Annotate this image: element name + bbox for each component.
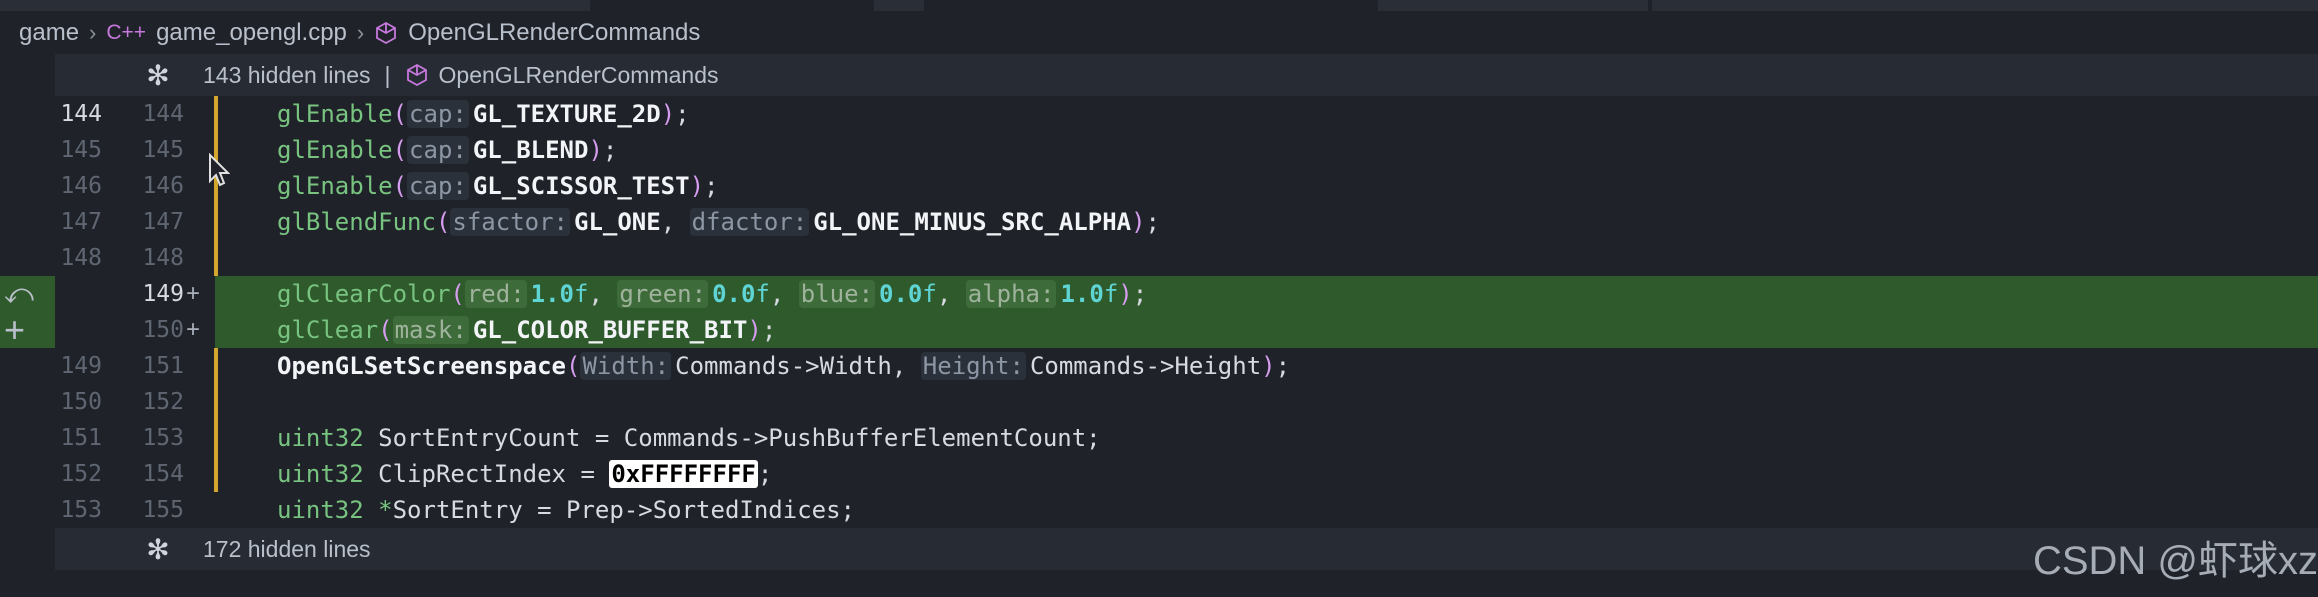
code-text: uint32 ClipRectIndex = 0xFFFFFFFF; xyxy=(277,460,773,488)
line-number-old: 152 xyxy=(60,461,102,487)
tab-segment[interactable] xyxy=(874,0,924,11)
added-code-line[interactable]: ⤺ 149 + glClearColor(red: 1.0f, green: 0.0… xyxy=(0,276,2318,312)
symbol-class-icon xyxy=(376,21,397,45)
code-line[interactable]: 148 148 xyxy=(0,240,2318,276)
line-number-new: 154 xyxy=(142,461,184,487)
added-marker: + xyxy=(186,316,201,343)
top-tabs-strip xyxy=(0,0,2318,12)
code-text: uint32 SortEntryCount = Commands->PushBu… xyxy=(277,424,1101,452)
code-line[interactable]: 153 155 uint32 *SortEntry = Prep->Sorted… xyxy=(0,492,2318,528)
unfold-icon[interactable]: ✻ xyxy=(133,59,183,92)
code-text: glEnable(cap: GL_TEXTURE_2D); xyxy=(277,100,690,128)
tab-segment[interactable] xyxy=(1652,0,2318,11)
breadcrumb: game › C++ game_opengl.cpp › OpenGLRende… xyxy=(0,12,2318,54)
revert-icon[interactable]: ⤺ xyxy=(4,276,34,312)
line-number-old: 146 xyxy=(60,173,102,199)
symbol-class-icon xyxy=(406,63,427,87)
hidden-lines-label: 143 hidden lines xyxy=(203,61,371,88)
added-code-line[interactable]: + 150 + glClear(mask: GL_COLOR_BUFFER_BIT… xyxy=(0,312,2318,348)
line-number-new: 153 xyxy=(142,425,184,451)
breadcrumb-item-game[interactable]: game xyxy=(19,19,79,47)
line-number-old: 148 xyxy=(60,245,102,271)
hidden-lines-bar-top[interactable]: ✻ 143 hidden lines | OpenGLRenderCommand… xyxy=(55,54,2318,96)
line-number-old xyxy=(40,276,102,312)
code-line[interactable]: 145 145 glEnable(cap: GL_BLEND); xyxy=(0,132,2318,168)
add-icon[interactable]: + xyxy=(4,312,25,348)
line-number-new: 144 xyxy=(142,101,184,127)
line-number-new: 151 xyxy=(142,353,184,379)
line-number-new: 149 xyxy=(142,281,184,307)
breadcrumb-item-symbol[interactable]: OpenGLRenderCommands xyxy=(408,19,700,47)
search-highlight: 0xFFFFFFFF xyxy=(609,460,758,488)
editor-footer xyxy=(0,570,2318,597)
code-text: glClear(mask: GL_COLOR_BUFFER_BIT); xyxy=(277,316,777,344)
code-line[interactable]: 149 151 OpenGLSetScreenspace(Width: Comma… xyxy=(0,348,2318,384)
breadcrumb-item-file[interactable]: game_opengl.cpp xyxy=(156,19,347,47)
chevron-right-icon: › xyxy=(356,20,365,45)
hidden-lines-symbol[interactable]: OpenGLRenderCommands xyxy=(439,62,719,89)
chevron-right-icon: › xyxy=(89,20,97,45)
code-line[interactable]: 151 153 uint32 SortEntryCount = Commands… xyxy=(0,420,2318,456)
code-text: uint32 *SortEntry = Prep->SortedIndices; xyxy=(277,496,855,524)
code-line[interactable]: 144 144 glEnable(cap: GL_TEXTURE_2D); xyxy=(0,96,2318,132)
tab-segment[interactable] xyxy=(0,0,590,11)
hidden-lines-label: 172 hidden lines xyxy=(203,535,371,562)
line-number-old: 153 xyxy=(60,497,102,523)
code-text: OpenGLSetScreenspace(Width: Commands->Wid… xyxy=(277,352,1291,380)
line-number-old: 145 xyxy=(60,137,102,163)
line-number-old: 149 xyxy=(60,353,102,379)
code-line[interactable]: 150 152 xyxy=(0,384,2318,420)
code-line[interactable]: 152 154 uint32 ClipRectIndex = 0xFFFFFFF… xyxy=(0,456,2318,492)
code-text: glClearColor(red: 1.0f, green: 0.0f, blue:… xyxy=(277,280,1148,308)
line-number-old: 151 xyxy=(60,425,102,451)
tab-segment[interactable] xyxy=(1378,0,1648,11)
line-number-new: 145 xyxy=(142,137,184,163)
code-text: glEnable(cap: GL_SCISSOR_TEST); xyxy=(277,172,719,200)
code-text: glBlendFunc(sfactor: GL_ONE, dfactor: GL_O… xyxy=(277,208,1160,236)
line-number-old: 150 xyxy=(60,389,102,415)
line-number-new: 148 xyxy=(142,245,184,271)
separator: | xyxy=(384,61,391,88)
watermark: CSDN @虾球xz xyxy=(2032,539,2318,583)
line-number-old: 144 xyxy=(60,101,102,127)
code-line[interactable]: 146 146 glEnable(cap: GL_SCISSOR_TEST); xyxy=(0,168,2318,204)
line-number-new: 146 xyxy=(142,173,184,199)
line-number-old xyxy=(40,312,102,348)
unfold-icon[interactable]: ✻ xyxy=(133,533,183,566)
code-text: glEnable(cap: GL_BLEND); xyxy=(277,136,618,164)
added-marker: + xyxy=(186,280,201,307)
line-number-old: 147 xyxy=(60,209,102,235)
hidden-lines-bar-bottom[interactable]: ✻ 172 hidden lines xyxy=(55,528,2318,570)
cpp-file-icon: C++ xyxy=(106,21,147,44)
line-number-new: 150 xyxy=(142,317,184,343)
line-number-new: 155 xyxy=(142,497,184,523)
line-number-new: 152 xyxy=(142,389,184,415)
code-line[interactable]: 147 147 glBlendFunc(sfactor: GL_ONE, dfac… xyxy=(0,204,2318,240)
line-number-new: 147 xyxy=(142,209,184,235)
mouse-cursor-icon xyxy=(209,153,230,187)
